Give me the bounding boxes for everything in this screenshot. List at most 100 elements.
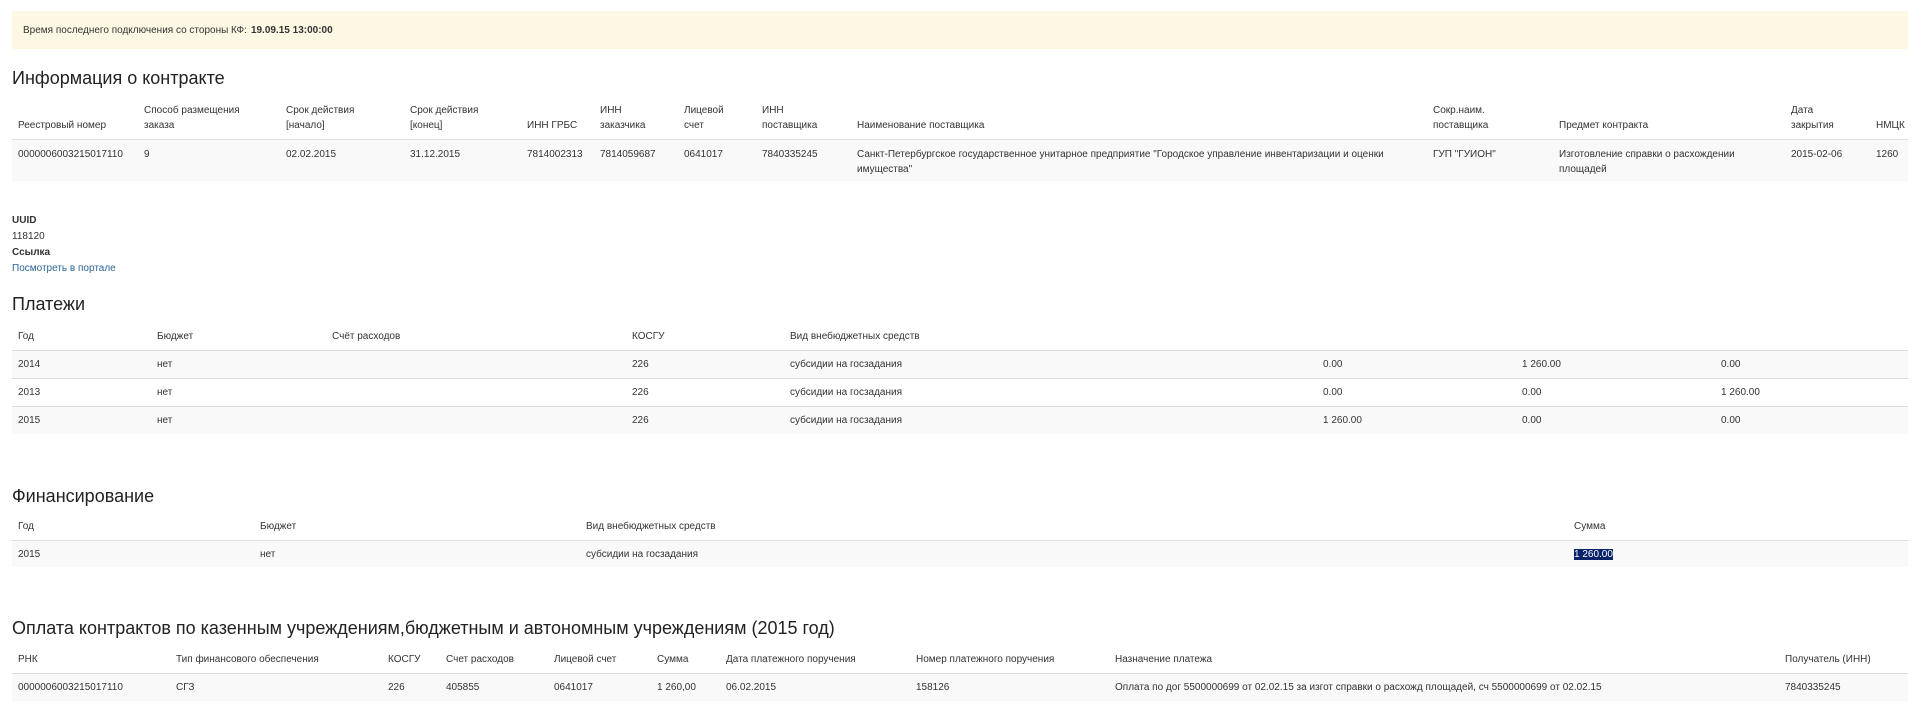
cell-year: 2013 bbox=[12, 377, 151, 406]
contract-header-row: Реестровый номер Способ размещения заказа… bbox=[12, 101, 1908, 139]
cell-kosgu: 226 bbox=[626, 405, 784, 434]
institution-payments-table: РНК Тип финансового обеспечения КОСГУ Сч… bbox=[12, 649, 1908, 701]
cell-kosgu: 226 bbox=[626, 377, 784, 406]
col-funding-type: Тип финансового обеспечения bbox=[176, 653, 319, 665]
col-amount-1 bbox=[1317, 322, 1516, 350]
cell-recipient-inn: 7840335245 bbox=[1779, 672, 1908, 701]
cell-sum: 1 260.00 bbox=[1568, 539, 1908, 567]
cell-expense-account: 405855 bbox=[440, 672, 548, 701]
table-row: 2014 нет 226 субсидии на госзадания 0.00… bbox=[12, 349, 1908, 378]
link-label: Ссылка bbox=[12, 247, 51, 258]
col-recipient-inn: Получатель (ИНН) bbox=[1785, 653, 1871, 665]
cell-budget: нет bbox=[151, 349, 326, 378]
cell-expense-account bbox=[326, 405, 626, 434]
col-expense-account: Счёт расходов bbox=[332, 330, 401, 342]
cell-budget: нет bbox=[151, 405, 326, 434]
col-contract-subject: Предмет контракта bbox=[1559, 119, 1649, 131]
cell-contract-subject: Изготовление справки о расхождении площа… bbox=[1553, 138, 1785, 181]
selected-sum-text: 1 260.00 bbox=[1574, 548, 1613, 560]
payments-header-row: Год Бюджет Счёт расходов КОСГУ Вид внебю… bbox=[12, 322, 1908, 350]
view-in-portal-link[interactable]: Посмотреть в портале bbox=[12, 263, 116, 274]
cell-offbudget-type: субсидии на госзадания bbox=[580, 539, 1568, 567]
cell-rnk: 0000006003215017110 bbox=[12, 672, 170, 701]
col-budget: Бюджет bbox=[260, 520, 297, 532]
cell-payment-purpose: Оплата по дог 5500000699 от 02.02.15 за … bbox=[1109, 672, 1779, 701]
cell-amount-2: 0.00 bbox=[1516, 405, 1715, 434]
uuid-value: 118120 bbox=[12, 231, 45, 242]
contract-table: Реестровый номер Способ размещения заказа… bbox=[12, 101, 1908, 181]
cell-kosgu: 226 bbox=[382, 672, 440, 701]
funding-header-row: Год Бюджет Вид внебюджетных средств Сумм… bbox=[12, 516, 1908, 540]
cell-amount-2: 1 260.00 bbox=[1516, 349, 1715, 378]
col-kosgu: КОСГУ bbox=[388, 653, 421, 665]
cell-year: 2015 bbox=[12, 539, 254, 567]
last-connection-banner: Время последнего подключения со стороны … bbox=[12, 11, 1908, 49]
col-inn-supplier: ИНН поставщика bbox=[762, 104, 818, 131]
cell-supplier-short: ГУП "ГУИОН" bbox=[1427, 138, 1553, 181]
cell-offbudget-type: субсидии на госзадания bbox=[784, 405, 1317, 434]
cell-amount-1: 0.00 bbox=[1317, 349, 1516, 378]
col-registry-number: Реестровый номер bbox=[18, 119, 107, 131]
cell-expense-account bbox=[326, 349, 626, 378]
uuid-label: UUID bbox=[12, 215, 37, 226]
col-offbudget-type: Вид внебюджетных средств bbox=[790, 330, 920, 342]
col-offbudget-type: Вид внебюджетных средств bbox=[586, 520, 716, 532]
col-expense-account: Счет расходов bbox=[446, 653, 514, 665]
col-end-date: Срок действия [конец] bbox=[410, 104, 479, 131]
cell-kosgu: 226 bbox=[626, 349, 784, 378]
col-supplier-short: Сокр.наим. поставщика bbox=[1433, 104, 1489, 131]
funding-section-title: Финансирование bbox=[12, 486, 155, 506]
col-budget: Бюджет bbox=[157, 330, 194, 342]
col-amount-3 bbox=[1715, 322, 1908, 350]
contract-meta: UUID 118120 Ссылка Посмотреть в портале bbox=[12, 213, 116, 277]
payments-section-title: Платежи bbox=[12, 294, 86, 314]
col-start-date: Срок действия [начало] bbox=[286, 104, 355, 131]
funding-table: Год Бюджет Вид внебюджетных средств Сумм… bbox=[12, 516, 1908, 567]
cell-year: 2014 bbox=[12, 349, 151, 378]
cell-close-date: 2015-02-06 bbox=[1785, 138, 1870, 181]
col-supplier-name: Наименование поставщика bbox=[857, 119, 985, 131]
last-connection-time: 19.09.15 13:00:00 bbox=[250, 24, 333, 36]
last-connection-label: Время последнего подключения со стороны … bbox=[23, 24, 247, 36]
col-close-date: Дата закрытия bbox=[1791, 104, 1834, 131]
cell-budget: нет bbox=[151, 377, 326, 406]
col-order-number: Номер платежного поручения bbox=[916, 653, 1055, 665]
cell-amount-3: 0.00 bbox=[1715, 405, 1908, 434]
col-year: Год bbox=[18, 330, 34, 342]
cell-offbudget-type: субсидии на госзадания bbox=[784, 349, 1317, 378]
cell-order-number: 158126 bbox=[910, 672, 1109, 701]
contract-section-title: Информация о контракте bbox=[12, 68, 225, 88]
cell-inn-grbs: 7814002313 bbox=[521, 138, 594, 181]
col-placement-method: Способ размещения заказа bbox=[144, 104, 240, 131]
cell-nmck: 1260 bbox=[1870, 138, 1908, 181]
col-amount-2 bbox=[1516, 322, 1715, 350]
col-kosgu: КОСГУ bbox=[632, 330, 665, 342]
cell-amount-1: 0.00 bbox=[1317, 377, 1516, 406]
table-row: 2015 нет субсидии на госзадания 1 260.00 bbox=[12, 539, 1908, 567]
col-order-date: Дата платежного поручения bbox=[726, 653, 856, 665]
cell-amount-2: 0.00 bbox=[1516, 377, 1715, 406]
col-personal-account: Лицевой счет bbox=[684, 104, 724, 131]
cell-sum: 1 260,00 bbox=[651, 672, 720, 701]
col-nmck: НМЦК bbox=[1876, 119, 1905, 131]
cell-placement-method: 9 bbox=[138, 138, 280, 181]
col-inn-grbs: ИНН ГРБС bbox=[527, 119, 578, 131]
cell-offbudget-type: субсидии на госзадания bbox=[784, 377, 1317, 406]
cell-budget: нет bbox=[254, 539, 580, 567]
payments-table: Год Бюджет Счёт расходов КОСГУ Вид внебю… bbox=[12, 322, 1908, 434]
table-row: 0000006003215017110 9 02.02.2015 31.12.2… bbox=[12, 138, 1908, 181]
cell-amount-3: 1 260.00 bbox=[1715, 377, 1908, 406]
cell-personal-account: 0641017 bbox=[678, 138, 756, 181]
cell-amount-3: 0.00 bbox=[1715, 349, 1908, 378]
institution-payments-header-row: РНК Тип финансового обеспечения КОСГУ Сч… bbox=[12, 649, 1908, 673]
cell-supplier-name: Санкт-Петербургское государственное унит… bbox=[851, 138, 1427, 181]
table-row: 0000006003215017110 СГЗ 226 405855 06410… bbox=[12, 672, 1908, 701]
institution-payments-section-title: Оплата контрактов по казенным учреждения… bbox=[12, 618, 835, 638]
cell-registry-number: 0000006003215017110 bbox=[12, 138, 138, 181]
table-row: 2013 нет 226 субсидии на госзадания 0.00… bbox=[12, 377, 1908, 406]
cell-personal-account: 0641017 bbox=[548, 672, 651, 701]
col-payment-purpose: Назначение платежа bbox=[1115, 653, 1213, 665]
cell-year: 2015 bbox=[12, 405, 151, 434]
cell-end-date: 31.12.2015 bbox=[404, 138, 521, 181]
cell-start-date: 02.02.2015 bbox=[280, 138, 404, 181]
